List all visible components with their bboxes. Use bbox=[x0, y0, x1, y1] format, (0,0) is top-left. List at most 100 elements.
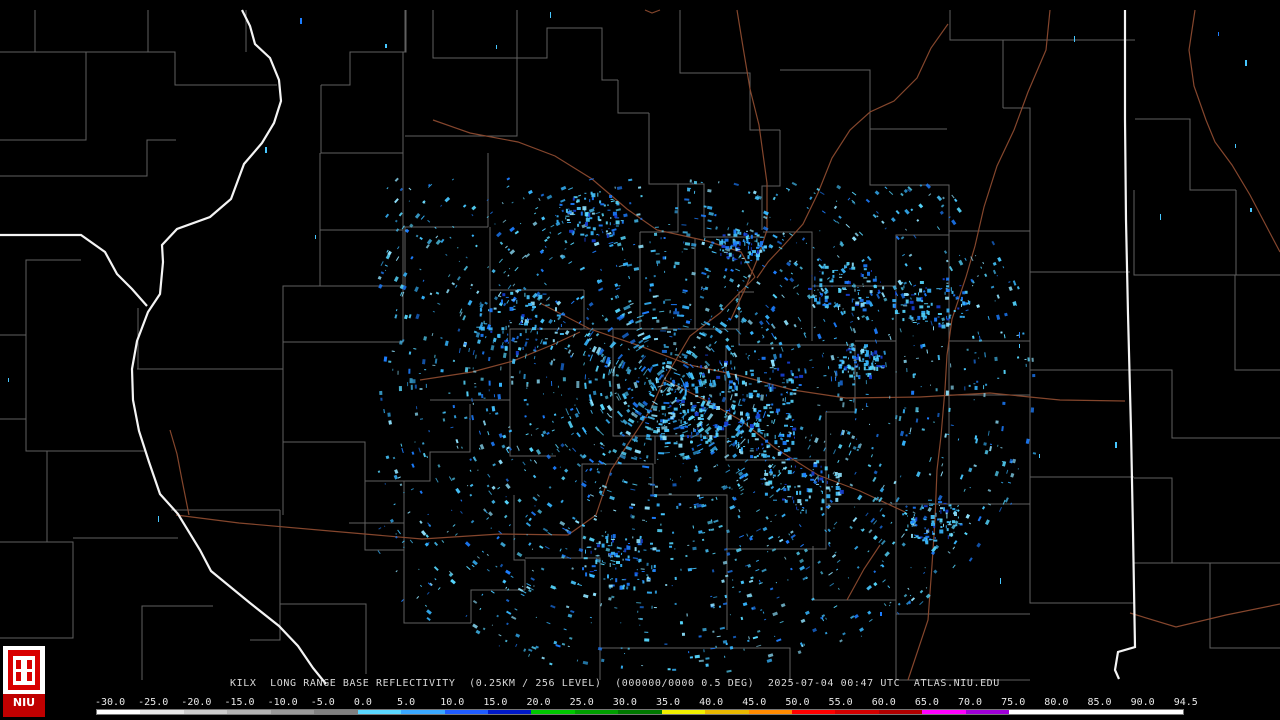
radar-echo-pixel bbox=[478, 392, 482, 396]
radar-echo-pixel bbox=[702, 395, 705, 399]
radar-echo-cluster-pixel bbox=[853, 371, 855, 375]
radar-echo-cluster-pixel bbox=[913, 514, 915, 517]
radar-echo-cluster-pixel bbox=[607, 574, 609, 579]
radar-echo-cluster-pixel bbox=[869, 290, 873, 294]
radar-echo-cluster-pixel bbox=[795, 504, 797, 506]
radar-echo-cluster-pixel bbox=[820, 465, 822, 468]
colorbar-segment bbox=[140, 710, 184, 714]
radar-echo-cluster-pixel bbox=[828, 474, 830, 479]
radar-echo-cluster-pixel bbox=[583, 557, 588, 560]
radar-echo-cluster-pixel bbox=[605, 230, 608, 233]
colorbar-segment bbox=[835, 710, 879, 714]
radar-echo-pixel bbox=[464, 367, 469, 373]
scale-label: 55.0 bbox=[828, 697, 853, 708]
radar-echo-cluster-pixel bbox=[783, 467, 786, 470]
radar-echo-pixel bbox=[973, 383, 976, 385]
radar-echo-cluster-pixel bbox=[520, 321, 523, 324]
radar-echo-cluster-pixel bbox=[759, 249, 763, 253]
radar-echo-cluster-pixel bbox=[727, 233, 731, 236]
radar-echo-cluster-pixel bbox=[707, 400, 711, 403]
radar-echo-cluster-pixel bbox=[917, 315, 921, 320]
radar-echo-cluster-pixel bbox=[826, 494, 831, 499]
radar-echo-cluster-pixel bbox=[943, 523, 944, 527]
radar-echo-cluster-pixel bbox=[680, 404, 681, 408]
radar-echo-pixel bbox=[640, 195, 643, 198]
radar-echo-cluster-pixel bbox=[936, 305, 941, 309]
radar-echo-cluster-pixel bbox=[596, 544, 600, 548]
radar-echo-cluster-pixel bbox=[636, 569, 638, 571]
radar-echo-cluster-pixel bbox=[862, 358, 865, 361]
radar-echo-cluster-pixel bbox=[751, 252, 753, 256]
radar-echo-cluster-pixel bbox=[854, 365, 857, 368]
radar-echo-cluster-pixel bbox=[765, 439, 769, 443]
radar-echo-cluster-pixel bbox=[839, 359, 844, 362]
radar-echo-cluster-pixel bbox=[736, 445, 738, 448]
radar-echo-cluster-pixel bbox=[786, 391, 787, 393]
radar-echo-cluster-pixel bbox=[783, 488, 787, 492]
radar-echo-cluster-pixel bbox=[738, 343, 740, 345]
radar-echo-cluster-pixel bbox=[799, 503, 802, 506]
radar-echo-cluster-pixel bbox=[756, 448, 758, 451]
radar-echo-cluster-pixel bbox=[723, 251, 728, 253]
radar-echo-cluster-pixel bbox=[519, 333, 522, 337]
radar-echo-cluster-pixel bbox=[736, 378, 738, 382]
radar-echo-pixel bbox=[474, 386, 477, 388]
radar-echo-cluster-pixel bbox=[730, 353, 735, 355]
radar-echo-cluster-pixel bbox=[556, 314, 561, 317]
radar-echo-cluster-pixel bbox=[917, 297, 922, 302]
radar-echo-cluster-pixel bbox=[591, 565, 596, 568]
radar-echo-cluster-pixel bbox=[554, 331, 558, 334]
radar-echo-cluster-pixel bbox=[488, 327, 493, 331]
radar-echo-cluster-pixel bbox=[909, 300, 914, 304]
radar-echo-cluster-pixel bbox=[825, 486, 830, 490]
radar-echo-pixel bbox=[973, 359, 976, 364]
radar-echo-cluster-pixel bbox=[780, 483, 782, 485]
radar-echo-cluster-pixel bbox=[857, 353, 860, 357]
radar-echo-pixel bbox=[694, 654, 700, 659]
radar-echo-cluster-pixel bbox=[598, 224, 603, 227]
radar-echo-pixel bbox=[796, 387, 799, 389]
radar-echo-cluster-pixel bbox=[919, 281, 924, 284]
radar-echo-pixel bbox=[526, 387, 528, 389]
radar-echo-cluster-pixel bbox=[721, 391, 725, 393]
radar-echo-cluster-pixel bbox=[954, 512, 957, 516]
radar-echo-cluster-pixel bbox=[846, 349, 848, 352]
radar-echo-cluster-pixel bbox=[925, 535, 930, 538]
radar-echo-cluster-pixel bbox=[797, 485, 801, 488]
radar-echo-cluster-pixel bbox=[601, 560, 603, 563]
radar-echo-cluster-pixel bbox=[779, 434, 783, 437]
radar-echo-cluster-pixel bbox=[820, 470, 823, 474]
scale-label: -20.0 bbox=[181, 697, 212, 708]
radar-echo-pixel bbox=[935, 388, 938, 392]
radar-echo-pixel bbox=[644, 638, 650, 642]
radar-echo-cluster-pixel bbox=[580, 233, 585, 236]
radar-echo-pixel bbox=[674, 210, 678, 214]
radar-echo-cluster-pixel bbox=[742, 394, 744, 396]
radar-echo-cluster-pixel bbox=[573, 209, 577, 212]
radar-echo-cluster-pixel bbox=[783, 449, 788, 453]
radar-echo-cluster-pixel bbox=[662, 436, 667, 441]
radar-echo-cluster-pixel bbox=[584, 565, 587, 568]
radar-echo-cluster-pixel bbox=[802, 509, 805, 511]
radar-echo-cluster-pixel bbox=[661, 419, 663, 421]
radar-echo-cluster-pixel bbox=[626, 582, 630, 586]
radar-echo-cluster-pixel bbox=[839, 304, 841, 307]
radar-echo-cluster-pixel bbox=[874, 350, 878, 355]
radar-echo-outlier bbox=[8, 378, 9, 382]
radar-echo-pixel bbox=[425, 383, 427, 388]
radar-echo-cluster-pixel bbox=[672, 413, 676, 418]
radar-echo-cluster-pixel bbox=[610, 217, 612, 219]
radar-echo-cluster-pixel bbox=[539, 327, 541, 330]
radar-echo-cluster-pixel bbox=[591, 197, 594, 201]
radar-echo-cluster-pixel bbox=[945, 289, 950, 292]
radar-echo-cluster-pixel bbox=[705, 354, 709, 356]
radar-echo-cluster-pixel bbox=[620, 564, 623, 567]
radar-echo-pixel bbox=[600, 658, 605, 663]
radar-echo-cluster-pixel bbox=[841, 370, 844, 374]
radar-echo-cluster-pixel bbox=[521, 314, 525, 318]
radar-echo-cluster-pixel bbox=[710, 440, 712, 444]
radar-echo-pixel bbox=[653, 232, 658, 237]
radar-echo-cluster-pixel bbox=[946, 315, 948, 319]
radar-echo-cluster-pixel bbox=[921, 504, 923, 508]
radar-echo-cluster-pixel bbox=[931, 520, 935, 524]
